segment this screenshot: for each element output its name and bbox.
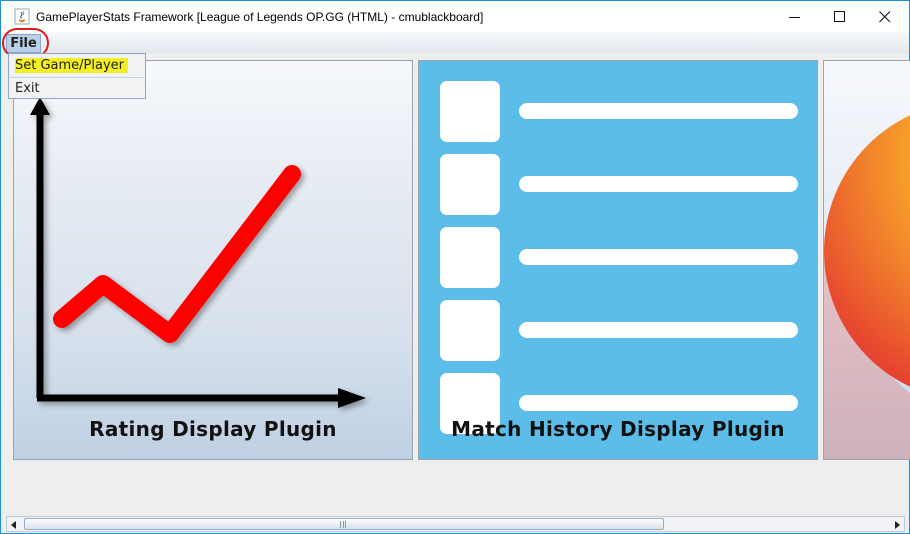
minimize-button[interactable] bbox=[772, 1, 818, 32]
horizontal-scrollbar[interactable] bbox=[6, 516, 905, 532]
maximize-button[interactable] bbox=[817, 1, 863, 32]
close-button[interactable] bbox=[862, 1, 908, 32]
set-game-player-label: Set Game/Player bbox=[15, 58, 129, 73]
file-dropdown-menu: Set Game/Player Exit bbox=[8, 53, 146, 99]
menu-item-exit[interactable]: Exit bbox=[10, 78, 144, 100]
menu-bar: File bbox=[1, 32, 909, 54]
plugin-area: Rating Display Plugin Match History Disp… bbox=[2, 54, 910, 514]
exit-label: Exit bbox=[15, 81, 40, 96]
orange-sphere-icon bbox=[824, 115, 910, 459]
list-icon bbox=[440, 81, 798, 434]
app-window: GamePlayerStats Framework [League of Leg… bbox=[0, 0, 910, 534]
grip-icon bbox=[340, 521, 346, 528]
window-title: GamePlayerStats Framework [League of Leg… bbox=[36, 10, 484, 24]
match-history-plugin-label: Match History Display Plugin bbox=[451, 417, 785, 441]
line-chart-icon bbox=[30, 97, 366, 408]
title-bar[interactable]: GamePlayerStats Framework [League of Leg… bbox=[1, 1, 909, 32]
scroll-right-button[interactable] bbox=[889, 517, 904, 531]
third-display-plugin[interactable] bbox=[823, 60, 910, 460]
scroll-left-button[interactable] bbox=[7, 517, 22, 531]
maximize-icon bbox=[834, 11, 845, 22]
close-icon bbox=[879, 11, 891, 23]
arrow-right-icon bbox=[895, 521, 900, 529]
arrow-left-icon bbox=[11, 521, 16, 529]
menu-item-set-game-player[interactable]: Set Game/Player bbox=[10, 55, 144, 77]
java-app-icon bbox=[14, 8, 30, 25]
rating-display-plugin[interactable]: Rating Display Plugin bbox=[13, 60, 413, 460]
scrollbar-thumb[interactable] bbox=[24, 518, 664, 530]
rating-plugin-label: Rating Display Plugin bbox=[89, 417, 337, 441]
minimize-icon bbox=[789, 17, 800, 18]
match-history-display-plugin[interactable]: Match History Display Plugin bbox=[418, 60, 818, 460]
